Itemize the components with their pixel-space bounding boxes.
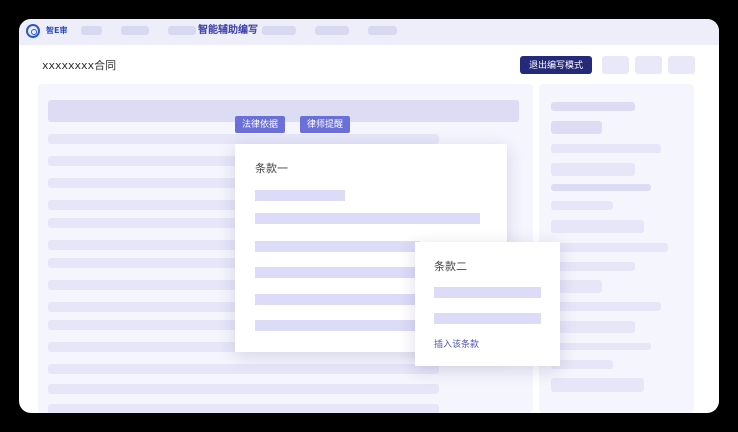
clause-one-line — [255, 241, 420, 252]
clause-one-title: 条款一 — [255, 162, 288, 175]
clause-card-two[interactable]: 条款二 插入该条款 — [415, 242, 560, 366]
text-line-placeholder — [48, 404, 439, 413]
lawyer-tips-tag[interactable]: 律师提醒 — [300, 116, 351, 133]
side-line-placeholder — [551, 302, 661, 311]
nav-item-smart-writing[interactable]: 智能辅助编写 — [198, 24, 258, 38]
side-line-placeholder — [551, 360, 613, 369]
nav-item-5[interactable] — [315, 26, 349, 35]
side-line-placeholder — [551, 163, 635, 176]
side-line-placeholder — [551, 121, 602, 134]
side-line-placeholder — [551, 184, 651, 191]
side-line-placeholder — [551, 102, 635, 111]
side-line-placeholder — [551, 262, 635, 271]
side-line-placeholder — [551, 220, 644, 233]
nav-item-1[interactable] — [81, 26, 102, 35]
nav-item-4[interactable] — [262, 26, 296, 35]
clause-two-title: 条款二 — [434, 260, 467, 273]
document-title: xxxxxxxx合同 — [42, 59, 117, 72]
exit-writing-mode-button[interactable]: 退出编写模式 — [520, 56, 592, 74]
top-nav-bar: 智E审 智能辅助编写 — [19, 19, 719, 45]
toolbar-button-3[interactable] — [668, 56, 695, 74]
clause-two-line — [434, 313, 541, 324]
clause-one-line — [255, 294, 420, 305]
nav-item-2[interactable] — [121, 26, 149, 35]
insert-clause-link[interactable]: 插入该条款 — [434, 339, 479, 351]
clause-one-line — [255, 267, 420, 278]
text-line-placeholder — [48, 364, 439, 374]
brand-name: 智E审 — [46, 26, 68, 35]
side-line-placeholder — [551, 343, 651, 350]
toolbar-button-1[interactable] — [602, 56, 629, 74]
legal-basis-tag[interactable]: 法律依据 — [235, 116, 286, 133]
text-line-placeholder — [48, 134, 439, 144]
text-line-placeholder — [48, 384, 439, 394]
side-line-placeholder — [551, 243, 668, 252]
clause-one-line — [255, 213, 480, 224]
clause-one-line — [255, 190, 345, 201]
clause-one-line — [255, 320, 420, 331]
clause-two-line — [434, 287, 541, 298]
nav-item-6[interactable] — [368, 26, 397, 35]
logo-icon — [26, 24, 40, 38]
nav-item-3[interactable] — [168, 26, 196, 35]
side-info-panel — [539, 84, 694, 413]
app-window: 智E审 智能辅助编写 xxxxxxxx合同 退出编写模式 法律依据 律师提醒 条… — [19, 19, 719, 413]
side-line-placeholder — [551, 201, 613, 210]
side-line-placeholder — [551, 321, 635, 333]
toolbar-button-2[interactable] — [635, 56, 662, 74]
side-line-placeholder — [551, 144, 661, 153]
side-line-placeholder — [551, 378, 644, 392]
